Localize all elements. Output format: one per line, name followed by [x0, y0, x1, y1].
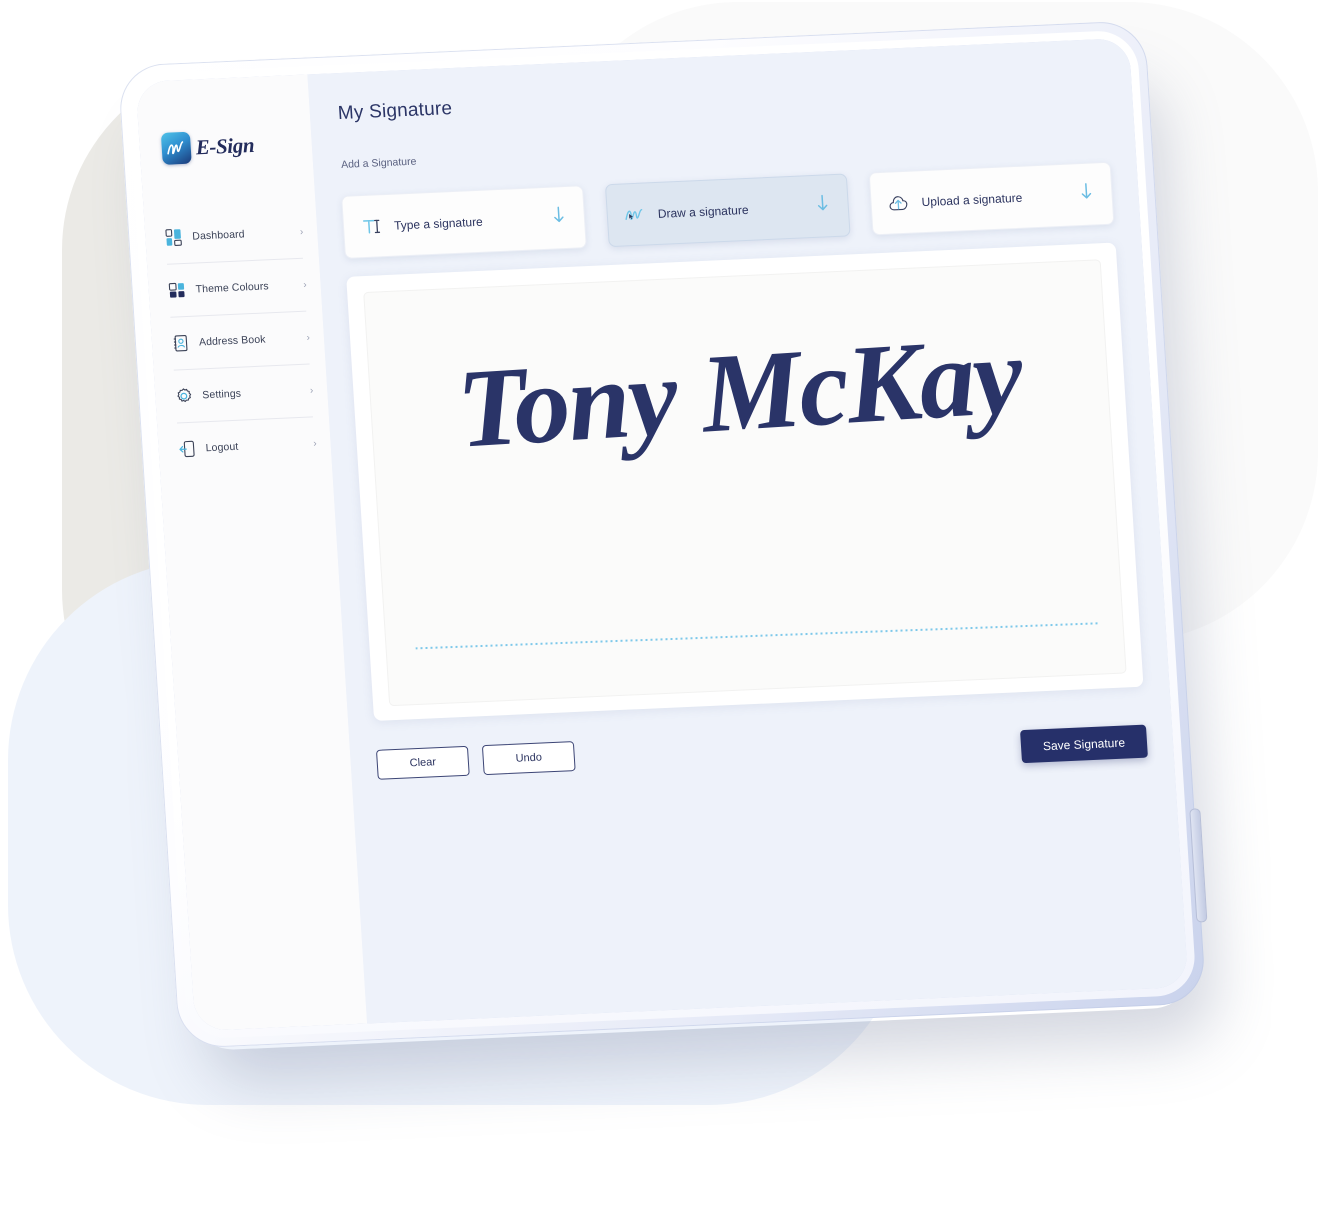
tablet-side-button[interactable]: [1189, 808, 1208, 923]
down-arrow-icon: [551, 205, 569, 231]
chevron-right-icon: ›: [306, 332, 311, 344]
cloud-upload-icon: [887, 191, 912, 214]
tablet-screen: E-Sign Dashboard › Theme Colours › Addre…: [135, 37, 1189, 1032]
option-type-a-signature[interactable]: Type a signature: [341, 185, 587, 259]
option-label: Type a signature: [393, 214, 484, 233]
save-signature-button[interactable]: Save Signature: [1019, 724, 1148, 764]
sidebar-item-settings[interactable]: Settings ›: [174, 373, 314, 413]
sidebar-nav: Dashboard › Theme Colours › Address Book…: [144, 214, 331, 467]
option-upload-a-signature[interactable]: Upload a signature: [868, 161, 1115, 236]
chevron-right-icon: ›: [309, 384, 314, 397]
illustration-stage: E-Sign Dashboard › Theme Colours › Addre…: [0, 0, 1338, 1228]
sidebar-divider: [167, 257, 303, 265]
logout-door-icon: [178, 440, 196, 459]
sidebar-divider: [177, 416, 313, 424]
option-label: Draw a signature: [657, 202, 749, 221]
undo-button[interactable]: Undo: [481, 740, 576, 775]
tablet-bezel: E-Sign Dashboard › Theme Colours › Addre…: [117, 20, 1208, 1049]
signature-actions: Clear Undo Save Signature: [375, 703, 1148, 792]
tablet-device: E-Sign Dashboard › Theme Colours › Addre…: [117, 20, 1208, 1049]
sidebar-divider: [173, 363, 310, 371]
main-content: My Signature Add a Signature Type a sign…: [307, 37, 1189, 1024]
app-logo[interactable]: E-Sign: [138, 120, 313, 172]
down-arrow-icon: [1079, 181, 1097, 207]
chevron-right-icon: ›: [299, 226, 304, 238]
brand-name: E-Sign: [194, 132, 255, 159]
down-arrow-icon: [815, 193, 833, 219]
sidebar-item-dashboard[interactable]: Dashboard ›: [164, 215, 304, 255]
sidebar-item-label: Address Book: [198, 333, 266, 349]
signature-drawing-canvas[interactable]: Tony McKay: [363, 259, 1127, 707]
signature-panel: Tony McKay: [346, 242, 1144, 721]
chevron-right-icon: ›: [302, 279, 307, 291]
sidebar-divider: [170, 310, 307, 318]
option-draw-a-signature[interactable]: Draw a signature: [604, 173, 851, 248]
drawn-signature: Tony McKay: [452, 313, 1026, 472]
sidebar-item-theme-colours[interactable]: Theme Colours ›: [168, 268, 308, 308]
chevron-right-icon: ›: [312, 437, 317, 449]
dashboard-grid-icon: [165, 228, 183, 247]
sidebar-item-label: Theme Colours: [195, 280, 270, 296]
page-title: My Signature: [337, 98, 453, 125]
gear-icon: [175, 387, 193, 406]
signature-baseline: [416, 622, 1101, 650]
clear-button[interactable]: Clear: [375, 745, 470, 780]
address-book-icon: [171, 334, 189, 353]
text-cursor-icon: [359, 216, 384, 237]
theme-colours-swatch-icon: [168, 281, 186, 300]
sidebar-item-label: Dashboard: [191, 228, 245, 243]
sidebar-item-label: Settings: [201, 387, 242, 402]
option-label: Upload a signature: [921, 190, 1023, 209]
sidebar-item-label: Logout: [205, 440, 239, 455]
sidebar-item-logout[interactable]: Logout ›: [178, 426, 318, 466]
squiggle-draw-icon: [623, 203, 648, 226]
sidebar-item-address-book[interactable]: Address Book ›: [171, 321, 311, 361]
esign-signature-app-icon: [160, 131, 192, 165]
